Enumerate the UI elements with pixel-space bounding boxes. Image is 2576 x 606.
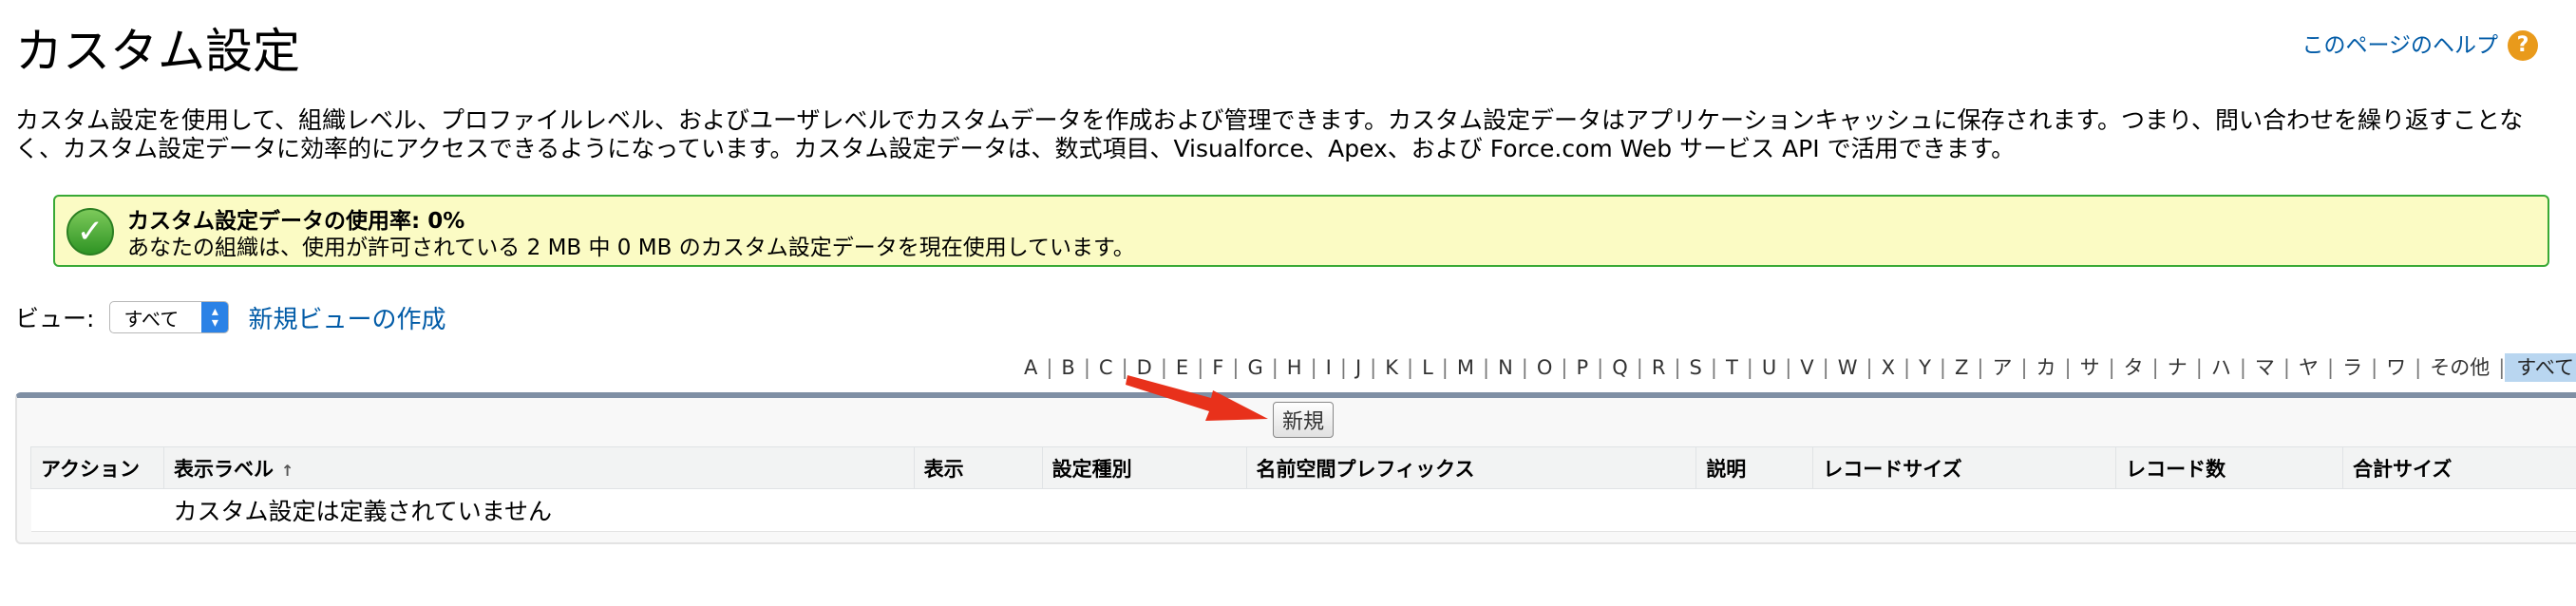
alpha-separator: | (1561, 356, 1568, 379)
alpha-separator: | (1046, 356, 1053, 379)
alpha-separator: | (1083, 356, 1090, 379)
column-header-label-text: 表示ラベル (173, 457, 274, 481)
alpha-separator: | (2239, 356, 2246, 379)
alpha-separator: | (1370, 356, 1377, 379)
alpha-separator: | (1636, 356, 1643, 379)
alpha-filter-item[interactable]: R (1643, 353, 1675, 382)
column-header-action: アクション (30, 446, 164, 489)
alpha-filter-item[interactable]: J (1347, 353, 1370, 382)
empty-table-row: カスタム設定は定義されていません (30, 488, 2576, 532)
alpha-separator: | (2326, 356, 2335, 379)
alpha-filter-item[interactable]: B (1052, 353, 1083, 382)
view-select[interactable]: すべて ▴ ▾ (109, 301, 230, 333)
column-header-record-size[interactable]: レコードサイズ (1812, 446, 2117, 489)
view-controls: ビュー: すべて ▴ ▾ 新規ビューの作成 (15, 298, 445, 336)
custom-settings-table: アクション 表示ラベル ↑ 表示 設定種別 名前空間プレフィックス 説明 レコード… (30, 446, 2576, 532)
alpha-separator: | (1407, 356, 1414, 379)
column-header-setting-type[interactable]: 設定種別 (1041, 446, 1247, 489)
usage-title: カスタム設定データの使用率: 0% (127, 209, 465, 234)
alpha-separator: | (2195, 356, 2203, 379)
alpha-separator: | (1866, 356, 1873, 379)
alpha-separator: | (1977, 356, 1984, 379)
column-header-visibility[interactable]: 表示 (913, 446, 1043, 489)
alpha-separator: | (1441, 356, 1449, 379)
alpha-separator: | (1310, 356, 1317, 379)
alpha-filter-item[interactable]: ナ (2159, 353, 2196, 382)
alpha-separator: | (2020, 356, 2028, 379)
alpha-separator: | (1710, 356, 1717, 379)
alpha-filter-item[interactable]: A (1015, 353, 1046, 382)
alpha-separator: | (2108, 356, 2115, 379)
alpha-filter-item[interactable]: P (1567, 353, 1597, 382)
alpha-separator: | (2064, 356, 2072, 379)
page-description: カスタム設定を使用して、組織レベル、プロファイルレベル、およびユーザレベルでカス… (15, 106, 2524, 162)
column-header-description[interactable]: 説明 (1695, 446, 1814, 489)
checkmark-icon: ✓ (66, 208, 114, 256)
alpha-separator: | (2371, 356, 2378, 379)
alpha-separator: | (1339, 356, 1347, 379)
alpha-filter-item[interactable]: カ (2028, 353, 2065, 382)
annotation-arrow-icon (1126, 375, 1268, 421)
page-title: カスタム設定 (15, 24, 300, 79)
help-link-label: このページのヘルプ (2301, 33, 2498, 58)
empty-table-message: カスタム設定は定義されていません (30, 488, 2576, 532)
alpha-filter-item[interactable]: その他 (2421, 353, 2498, 382)
alpha-filter-item[interactable]: ラ (2334, 353, 2371, 382)
alpha-separator: | (1903, 356, 1911, 379)
alpha-filter-item[interactable]: U (1753, 353, 1785, 382)
alpha-filter-item[interactable]: ア (1983, 353, 2020, 382)
alpha-separator: | (2498, 356, 2506, 379)
alpha-filter-item[interactable]: ワ (2377, 353, 2415, 382)
alpha-filter-item[interactable]: V (1791, 353, 1822, 382)
alpha-filter-item[interactable]: Z (1946, 353, 1977, 382)
alpha-filter-item[interactable]: I (1317, 353, 1340, 382)
alpha-separator: | (1785, 356, 1792, 379)
alpha-filter-item[interactable]: マ (2246, 353, 2283, 382)
usage-message-box: ✓ カスタム設定データの使用率: 0% あなたの組織は、使用が許可されている 2… (53, 195, 2549, 267)
question-icon: ? (2508, 30, 2538, 61)
alpha-separator: | (2151, 356, 2159, 379)
alpha-filter-item[interactable]: S (1681, 353, 1711, 382)
alpha-filter-item[interactable]: O (1528, 353, 1562, 382)
alpha-separator: | (1674, 356, 1681, 379)
column-header-record-count[interactable]: レコード数 (2115, 446, 2344, 489)
alpha-filter-item[interactable]: M (1449, 353, 1483, 382)
column-header-total-size[interactable]: 合計サイズ (2342, 446, 2576, 489)
alpha-filter-item[interactable]: タ (2115, 353, 2152, 382)
alpha-separator: | (1822, 356, 1829, 379)
alpha-separator: | (1746, 356, 1753, 379)
sort-ascending-icon: ↑ (280, 461, 294, 480)
view-select-value: すべて (123, 307, 180, 331)
alpha-separator: | (1939, 356, 1946, 379)
alpha-filter-item[interactable]: C (1090, 353, 1122, 382)
alpha-filter-item[interactable]: W (1829, 353, 1866, 382)
create-new-view-link[interactable]: 新規ビューの作成 (248, 300, 445, 335)
alpha-filter-item[interactable]: N (1489, 353, 1522, 382)
alpha-filter-item[interactable]: T (1717, 353, 1747, 382)
alpha-filter-item[interactable]: すべて (2505, 353, 2576, 382)
select-arrows-icon: ▴ ▾ (201, 302, 229, 332)
alpha-separator: | (1597, 356, 1604, 379)
alpha-filter-item[interactable]: ハ (2203, 353, 2240, 382)
alpha-filter-item[interactable]: L (1413, 353, 1442, 382)
alpha-separator: | (2415, 356, 2422, 379)
alpha-separator: | (1483, 356, 1490, 379)
alpha-separator: | (1521, 356, 1528, 379)
alpha-filter-item[interactable]: Y (1910, 353, 1940, 382)
column-header-namespace-prefix[interactable]: 名前空間プレフィックス (1245, 446, 1697, 489)
alpha-filter-item[interactable]: Q (1603, 353, 1637, 382)
alpha-filter-item[interactable]: サ (2072, 353, 2109, 382)
alpha-filter-item[interactable]: ヤ (2290, 353, 2327, 382)
alpha-filter-item[interactable]: K (1376, 353, 1407, 382)
usage-text: あなたの組織は、使用が許可されている 2 MB 中 0 MB のカスタム設定デー… (127, 236, 1135, 260)
view-label: ビュー: (15, 305, 95, 332)
table-header-row: アクション 表示ラベル ↑ 表示 設定種別 名前空間プレフィックス 説明 レコード… (30, 446, 2576, 489)
help-link[interactable]: このページのヘルプ ? (2301, 28, 2538, 63)
alpha-separator: | (2282, 356, 2290, 379)
alpha-filter-item[interactable]: X (1873, 353, 1904, 382)
column-header-label[interactable]: 表示ラベル ↑ (162, 446, 915, 489)
